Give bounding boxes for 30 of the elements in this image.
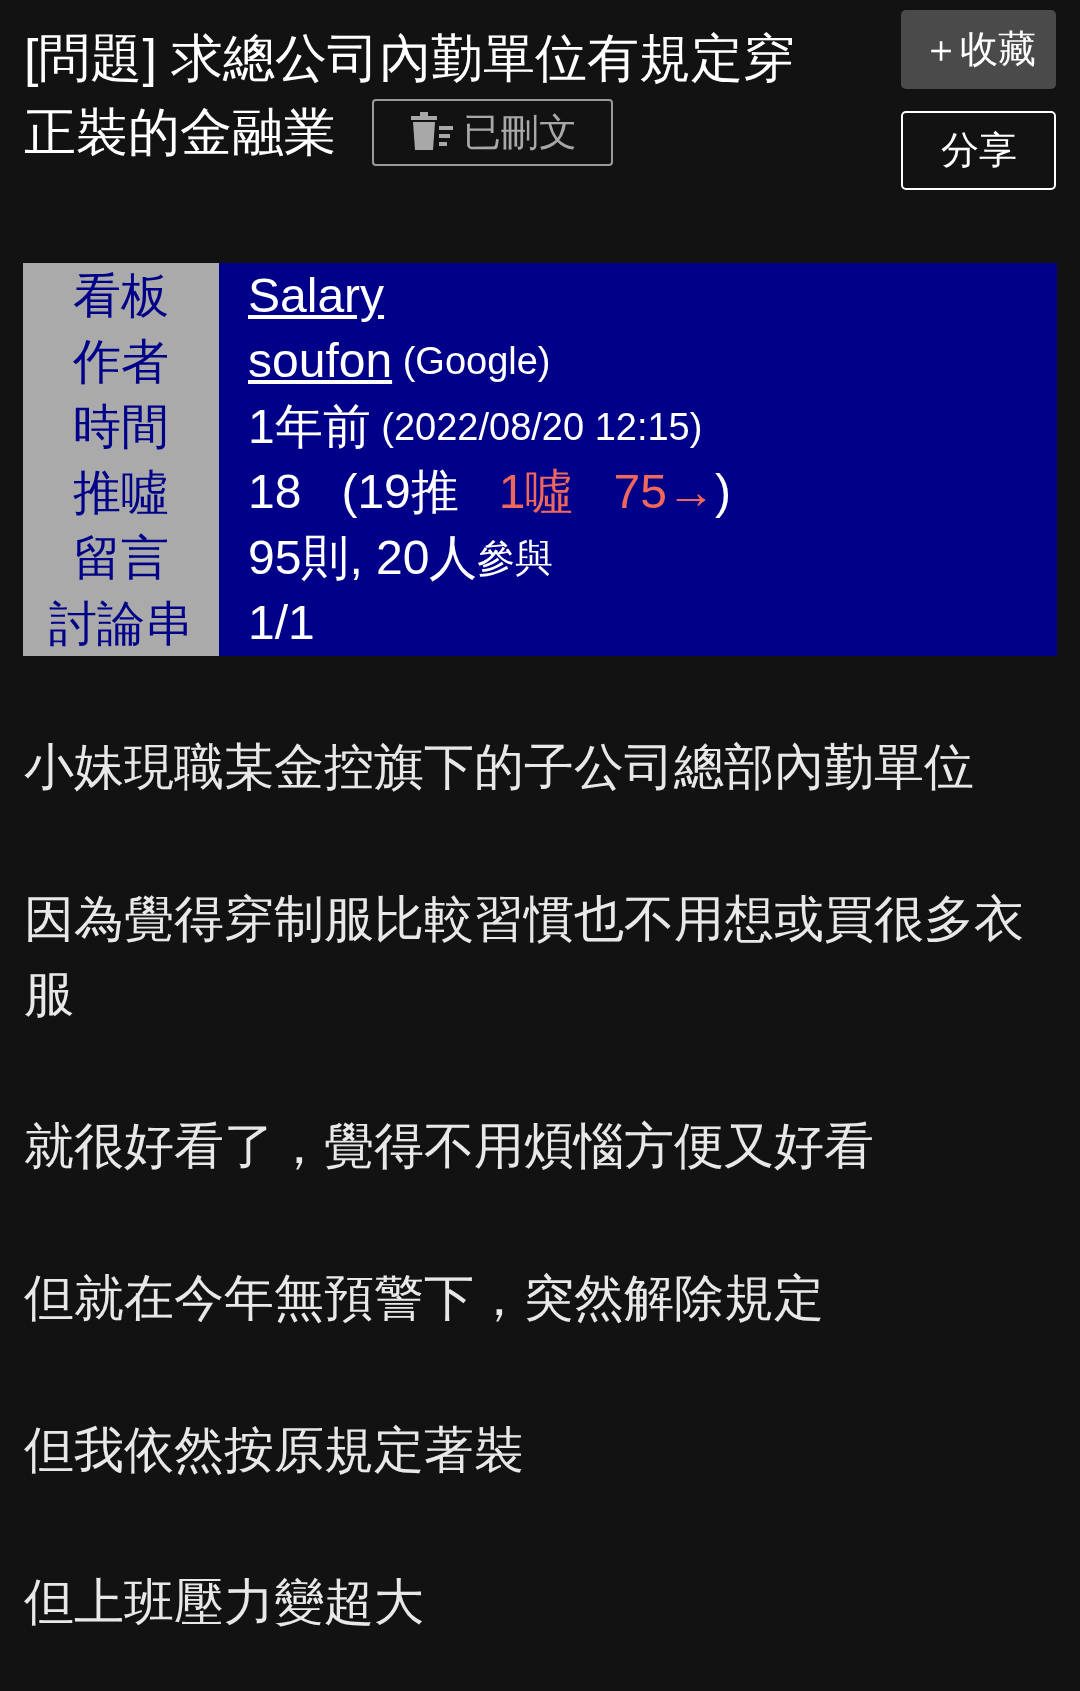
- meta-label: 推噓: [23, 459, 219, 525]
- meta-value: 1/1: [248, 595, 315, 652]
- body-paragraph: 但上班壓力變超大: [24, 1573, 425, 1632]
- meta-label: 作者: [23, 328, 219, 394]
- meta-value: 18: [248, 464, 302, 521]
- share-button[interactable]: 分享: [901, 111, 1056, 190]
- meta-label: 時間: [23, 394, 219, 460]
- meta-link[interactable]: soufon: [248, 331, 393, 392]
- meta-value: 95則, 20人: [248, 529, 478, 586]
- meta-label: 討論串: [23, 590, 219, 656]
- meta-link[interactable]: Salary: [248, 265, 385, 326]
- boo-count: 1噓: [497, 464, 574, 521]
- body-paragraph: 因為覺得穿制服比較習慣也不用想或買很多衣服: [24, 890, 1025, 1024]
- meta-value: 1年前: [248, 398, 371, 455]
- body-paragraph: 小妹現職某金控旗下的子公司總部內勤單位: [24, 738, 975, 797]
- boo-count: 75→: [612, 464, 715, 521]
- meta-value: ): [714, 464, 731, 521]
- body-paragraph: 但就在今年無預警下，突然解除規定: [24, 1269, 825, 1328]
- meta-note: (Google): [401, 339, 551, 385]
- favorite-button[interactable]: ＋收藏: [901, 10, 1056, 89]
- meta-value: (19推: [340, 464, 459, 521]
- meta-label: 留言: [23, 525, 219, 591]
- meta-note: (2022/08/20 12:15): [380, 404, 703, 450]
- deleted-badge: 已刪文: [372, 98, 613, 166]
- body-paragraph: 但我依然按原規定著裝: [24, 1421, 525, 1480]
- post-title: [問題] 求總公司內勤單位有規定穿: [24, 28, 796, 89]
- meta-label: 看板: [23, 263, 219, 329]
- body-paragraph: 就很好看了，覺得不用煩惱方便又好看: [24, 1117, 875, 1176]
- post-title: 正裝的金融業: [24, 102, 336, 163]
- meta-note: 參與: [477, 535, 554, 581]
